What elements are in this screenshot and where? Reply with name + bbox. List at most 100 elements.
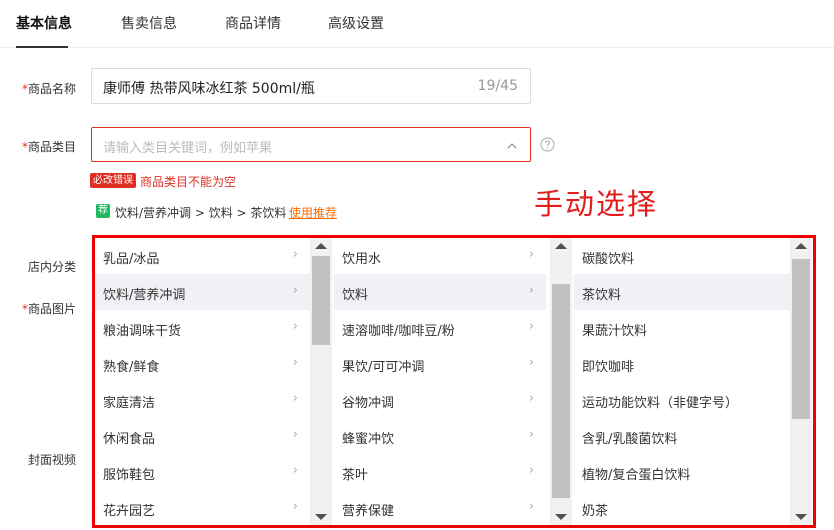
- cascader-option[interactable]: 茶叶 ›: [334, 454, 546, 490]
- cascader-column-level1: 乳品/冰品 › 饮料/营养冲调 › 粮油调味干货 › 熟食/鲜食 › 家庭清洁 › 休闲食品 › 服饰鞋…: [95, 238, 310, 525]
- chevron-right-icon: ›: [292, 283, 298, 298]
- chevron-right-icon: ›: [292, 319, 298, 334]
- cascader-option-label: 碳酸饮料: [582, 252, 635, 267]
- recommend-path: 饮料/营养冲调 > 饮料 > 茶饮料: [115, 206, 287, 220]
- cascader-option[interactable]: 熟食/鲜食 ›: [95, 346, 310, 382]
- cascader-option[interactable]: 植物/复合蛋白饮料: [574, 454, 790, 490]
- recommend-badge: 荐: [96, 204, 110, 218]
- chevron-right-icon: ›: [528, 355, 534, 370]
- product-name-value: 康师傅 热带风味冰红茶 500ml/瓶: [103, 81, 315, 97]
- cascader-option-label: 营养保健: [342, 504, 395, 519]
- cascader-option-label: 植物/复合蛋白饮料: [582, 468, 691, 483]
- error-message: 商品类目不能为空: [140, 175, 237, 189]
- cascader-option-label: 谷物冲调: [342, 396, 395, 411]
- tab-advanced-settings[interactable]: 高级设置: [328, 13, 384, 33]
- scrollbar-level2[interactable]: [550, 238, 572, 525]
- cascader-option[interactable]: 花卉园艺 ›: [95, 490, 310, 525]
- chevron-right-icon: ›: [528, 319, 534, 334]
- shop-category-label: 店内分类: [28, 260, 77, 274]
- cascader-option[interactable]: 茶饮料: [574, 274, 790, 310]
- product-name-label: *商品名称: [22, 80, 76, 97]
- cascader-option[interactable]: 家庭清洁 ›: [95, 382, 310, 418]
- scroll-down-arrow-icon[interactable]: [555, 514, 567, 520]
- category-label-text: 商品类目: [28, 140, 77, 154]
- cascader-column-level3: 碳酸饮料茶饮料果蔬汁饮料即饮咖啡运动功能饮料（非健字号） 含乳/乳酸菌饮料 植物/复…: [574, 238, 790, 525]
- cascader-option-label: 果蔬汁饮料: [582, 324, 648, 339]
- cascader-option[interactable]: 饮用水 ›: [334, 238, 546, 274]
- cascader-option-label: 乳品/冰品: [103, 252, 160, 267]
- active-tab-indicator: [16, 46, 68, 48]
- tab-bar: 基本信息 售卖信息 商品详情 高级设置: [0, 0, 834, 48]
- cascader-option-label: 速溶咖啡/咖啡豆/粉: [342, 324, 455, 339]
- cascader-option[interactable]: 即饮咖啡: [574, 346, 790, 382]
- chevron-right-icon: ›: [292, 463, 298, 478]
- cascader-option[interactable]: 果蔬汁饮料: [574, 310, 790, 346]
- cascader-option-label: 熟食/鲜食: [103, 360, 160, 375]
- category-placeholder: 请输入类目关键词，例如苹果: [103, 141, 273, 156]
- cascader-option-label: 粮油调味干货: [103, 324, 182, 339]
- manual-select-annotation: 手动选择: [534, 187, 659, 221]
- category-label: *商品类目: [22, 138, 76, 155]
- cascader-option[interactable]: 休闲食品 ›: [95, 418, 310, 454]
- cascader-option-label: 茶饮料: [582, 288, 622, 303]
- cascader-option-label: 家庭清洁: [103, 396, 156, 411]
- chevron-up-icon[interactable]: [506, 137, 518, 156]
- product-images-label-text: 商品图片: [28, 302, 77, 316]
- cascader-option[interactable]: 粮油调味干货 ›: [95, 310, 310, 346]
- tab-product-detail[interactable]: 商品详情: [225, 13, 281, 33]
- scrollbar-thumb[interactable]: [792, 259, 810, 419]
- cascader-option-label: 果饮/可可冲调: [342, 360, 425, 375]
- scroll-up-arrow-icon[interactable]: [315, 243, 327, 249]
- chevron-right-icon: ›: [528, 247, 534, 262]
- chevron-right-icon: ›: [528, 499, 534, 514]
- tab-basic-info[interactable]: 基本信息: [16, 13, 72, 33]
- cascader-option-label: 奶茶: [582, 504, 609, 519]
- chevron-right-icon: ›: [528, 427, 534, 442]
- cascader-option[interactable]: 碳酸饮料: [574, 238, 790, 274]
- cascader-option[interactable]: 蜂蜜冲饮 ›: [334, 418, 546, 454]
- cascader-option[interactable]: 速溶咖啡/咖啡豆/粉 ›: [334, 310, 546, 346]
- cascader-option[interactable]: 奶茶: [574, 490, 790, 525]
- scroll-up-arrow-icon[interactable]: [795, 243, 807, 249]
- scrollbar-thumb[interactable]: [552, 284, 570, 498]
- cascader-option-label: 含乳/乳酸菌饮料: [582, 432, 678, 447]
- cascader-option-label: 运动功能饮料（非健字号）: [582, 396, 739, 411]
- cascader-option-label: 饮料/营养冲调: [103, 288, 186, 303]
- scroll-down-arrow-icon[interactable]: [795, 514, 807, 520]
- cascader-option[interactable]: 运动功能饮料（非健字号）: [574, 382, 790, 418]
- chevron-right-icon: ›: [292, 427, 298, 442]
- cascader-option[interactable]: 服饰鞋包 ›: [95, 454, 310, 490]
- scroll-up-arrow-icon[interactable]: [555, 243, 567, 249]
- product-name-label-text: 商品名称: [28, 82, 77, 96]
- use-recommendation-link[interactable]: 使用推荐: [289, 204, 337, 221]
- tab-sale-info[interactable]: 售卖信息: [121, 13, 177, 33]
- category-search-input[interactable]: 请输入类目关键词，例如苹果: [91, 127, 531, 162]
- chevron-right-icon: ›: [292, 355, 298, 370]
- cascader-option-label: 即饮咖啡: [582, 360, 635, 375]
- cover-video-label: 封面视频: [28, 453, 77, 467]
- cascader-option[interactable]: 饮料/营养冲调 ›: [95, 274, 310, 310]
- cascader-option[interactable]: 谷物冲调 ›: [334, 382, 546, 418]
- scrollbar-level1[interactable]: [310, 238, 332, 525]
- chevron-right-icon: ›: [528, 463, 534, 478]
- scrollbar-level3[interactable]: [790, 238, 812, 525]
- chevron-right-icon: ›: [292, 499, 298, 514]
- cascader-option-label: 蜂蜜冲饮: [342, 432, 395, 447]
- cascader-option-label: 服饰鞋包: [103, 468, 156, 483]
- cascader-option[interactable]: 含乳/乳酸菌饮料: [574, 418, 790, 454]
- product-name-input[interactable]: 康师傅 热带风味冰红茶 500ml/瓶 19/45: [91, 68, 531, 104]
- cascader-option-label: 休闲食品: [103, 432, 156, 447]
- chevron-right-icon: ›: [292, 247, 298, 262]
- cascader-option-label: 茶叶: [342, 468, 369, 483]
- cascader-option[interactable]: 乳品/冰品 ›: [95, 238, 310, 274]
- chevron-right-icon: ›: [528, 283, 534, 298]
- cascader-column-level2: 饮用水 › 饮料 › 速溶咖啡/咖啡豆/粉 › 果饮/可可冲调 › 谷物冲调 › 蜂蜜冲饮 › 茶叶 › 营…: [334, 238, 546, 525]
- cascader-option[interactable]: 果饮/可可冲调 ›: [334, 346, 546, 382]
- help-icon[interactable]: [540, 137, 555, 156]
- product-name-char-count: 19/45: [477, 78, 518, 94]
- cascader-option[interactable]: 营养保健 ›: [334, 490, 546, 525]
- scrollbar-thumb[interactable]: [312, 256, 330, 345]
- scroll-down-arrow-icon[interactable]: [315, 514, 327, 520]
- category-cascader-panel: 乳品/冰品 › 饮料/营养冲调 › 粮油调味干货 › 熟食/鲜食 › 家庭清洁 › 休闲食品 › 服饰鞋…: [92, 235, 816, 528]
- cascader-option[interactable]: 饮料 ›: [334, 274, 546, 310]
